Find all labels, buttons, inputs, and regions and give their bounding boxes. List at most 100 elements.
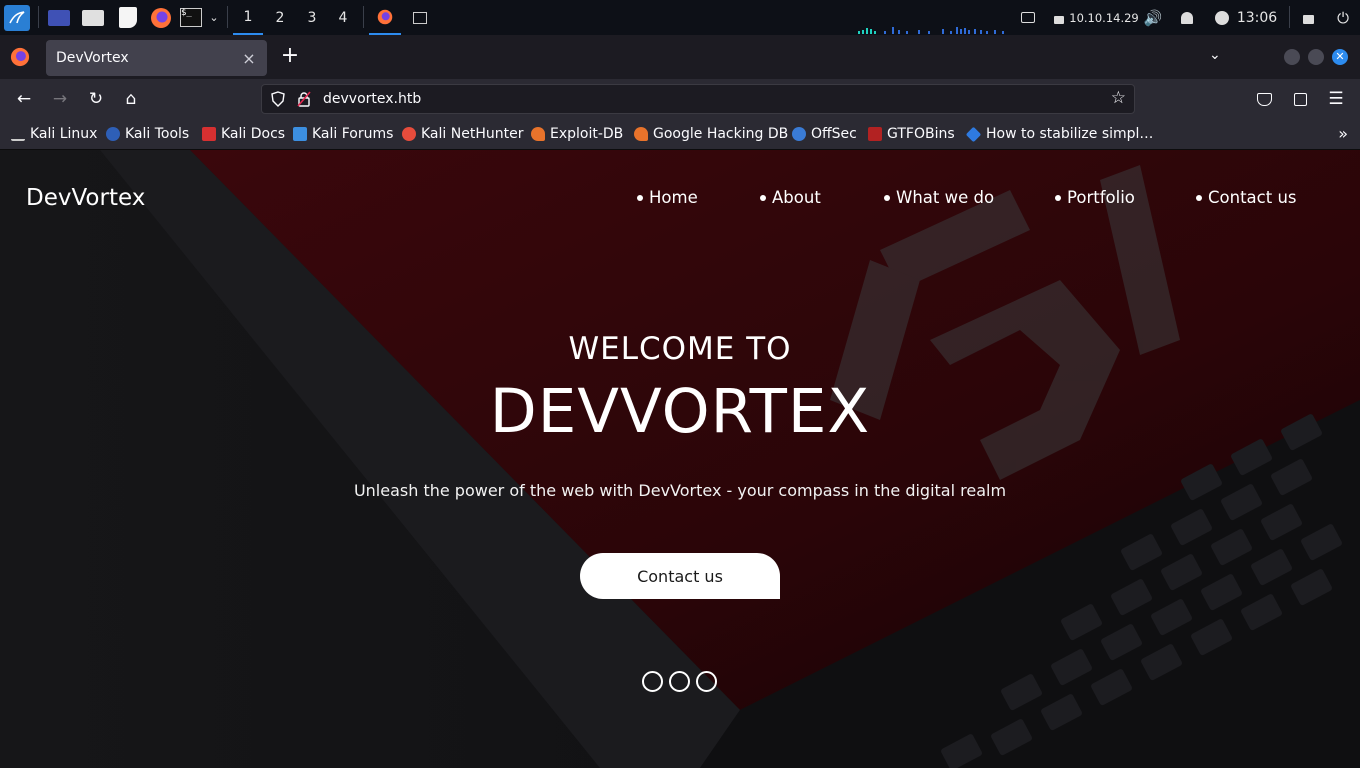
show-desktop-button[interactable] [46,0,72,35]
site-nav-home[interactable]: Home [637,188,698,207]
bookmark-kali-tools[interactable]: Kali Tools [106,126,189,142]
list-all-tabs-chevron-icon[interactable]: ⌄ [1209,47,1221,63]
bookmark-label: Exploit-DB [550,126,624,142]
browser-nav-bar: ← → ↻ ⌂ devvortex.htb ☆ ☰ [0,79,1360,119]
bookmark-how-to-stabilize[interactable]: How to stabilize simpl… [965,126,1153,142]
bookmark-label: Google Hacking DB [653,126,789,142]
site-nav-portfolio[interactable]: Portfolio [1055,188,1135,207]
panel-separator [227,6,228,28]
more-bookmarks-chevron-icon[interactable]: » [1338,124,1348,143]
slider-dot-3[interactable] [696,671,717,692]
site-nav-about[interactable]: About [760,188,821,207]
exploit-db-icon [531,127,545,141]
panel-separator [38,6,39,28]
vpn-ip-address[interactable]: 10.10.14.29 [1069,0,1139,35]
url-text[interactable]: devvortex.htb [323,91,421,107]
home-icon[interactable]: ⌂ [119,87,143,111]
blue-diamond-icon [965,126,982,142]
firefox-icon [377,9,393,24]
bullet-icon [760,194,766,201]
bookmark-label: OffSec [811,126,857,142]
back-arrow-icon[interactable]: ← [12,87,36,111]
minimize-window-button[interactable] [1284,49,1300,65]
maximize-window-button[interactable] [1308,49,1324,65]
logout-icon[interactable]: ⏻ [1333,0,1353,35]
pocket-icon[interactable] [1252,87,1276,111]
nav-label: Home [649,188,698,207]
bookmark-exploit-db[interactable]: Exploit-DB [531,126,623,142]
offsec-icon [792,127,806,141]
bullet-icon [1196,194,1202,201]
text-editor-button[interactable] [115,0,141,35]
kali-forums-icon [293,127,307,141]
firefox-launcher-button[interactable] [148,0,174,35]
file-manager-button[interactable] [80,0,106,35]
site-nav-what-we-do[interactable]: What we do [884,188,994,207]
nav-label: Portfolio [1067,188,1135,207]
bullet-icon [637,194,643,201]
terminal-icon: $_ [180,8,202,27]
tab-title: DevVortex [56,50,129,66]
ghdb-icon [634,127,648,141]
bookmark-offsec[interactable]: OffSec [792,126,857,142]
taskbar-terminal-window[interactable] [407,0,433,35]
bookmark-google-hacking-db[interactable]: Google Hacking DB [634,126,788,142]
bookmark-kali-linux[interactable]: Kali Linux [11,126,97,142]
firefox-icon [151,7,171,28]
browser-tab-bar: DevVortex × + ⌄ ✕ [0,35,1360,79]
notification-bell-icon[interactable] [1177,0,1197,35]
close-window-button[interactable]: ✕ [1332,49,1348,65]
panel-separator [1289,6,1290,28]
hero-welcome-text: WELCOME TO [568,331,792,367]
tracking-shield-icon[interactable] [270,91,286,107]
workspace-1[interactable]: 1 [233,0,263,35]
slider-dot-1[interactable] [642,671,663,692]
volume-icon[interactable]: 🔊 [1143,0,1163,35]
bookmarks-toolbar: Kali Linux Kali Tools Kali Docs Kali For… [0,119,1360,150]
hero-title: DEVVORTEX [489,376,871,447]
site-brand-logo[interactable]: DevVortex [26,185,145,211]
top-panel: $_ ⌄ 1 2 3 4 10.10.14.29 🔊 13:06 ⏻ [0,0,1360,35]
bullet-icon [884,194,890,201]
workspace-2[interactable]: 2 [265,0,295,35]
reload-icon[interactable]: ↻ [84,87,108,111]
slider-indicators [642,671,717,692]
lock-screen-icon[interactable] [1298,0,1318,35]
terminal-launcher-button[interactable]: $_ [178,0,204,35]
kali-dragon-icon [11,127,25,141]
launcher-dropdown[interactable]: ⌄ [205,0,223,35]
clock[interactable]: 13:06 [1236,0,1278,35]
bookmark-label: Kali Tools [125,126,190,142]
desktop-icon [48,9,70,26]
forward-arrow-icon[interactable]: → [48,87,72,111]
bookmark-kali-forums[interactable]: Kali Forums [293,126,393,142]
bookmark-kali-nethunter[interactable]: Kali NetHunter [402,126,523,142]
contact-us-button[interactable]: Contact us [580,553,780,599]
new-tab-button[interactable]: + [280,45,300,68]
hamburger-menu-icon[interactable]: ☰ [1324,87,1348,111]
address-bar[interactable]: devvortex.htb ☆ [261,84,1135,114]
workspace-4[interactable]: 4 [328,0,358,35]
nav-label: About [772,188,821,207]
kali-menu-button[interactable] [3,0,31,35]
network-activity-graph [858,27,1004,34]
browser-tab-devvortex[interactable]: DevVortex × [46,40,267,76]
tab-close-icon[interactable]: × [241,49,257,68]
folder-icon [82,9,104,26]
slider-dot-2[interactable] [669,671,690,692]
hero-tagline: Unleash the power of the web with DevVor… [353,481,1007,500]
vpn-lock-icon [1050,0,1068,35]
taskbar-firefox-window[interactable] [369,0,401,35]
nav-label: Contact us [1208,188,1297,207]
text-editor-icon [119,7,137,28]
chevron-down-icon: ⌄ [209,11,219,24]
extensions-puzzle-icon[interactable] [1288,87,1312,111]
insecure-lock-icon[interactable] [296,91,312,107]
site-nav-contact-us[interactable]: Contact us [1196,188,1297,207]
screen-icon[interactable] [1018,0,1038,35]
workspace-3[interactable]: 3 [297,0,327,35]
power-manager-icon[interactable] [1212,0,1232,35]
bookmark-kali-docs[interactable]: Kali Docs [202,126,285,142]
bookmark-star-icon[interactable]: ☆ [1111,88,1126,108]
bookmark-gtfobins[interactable]: GTFOBins [868,126,955,142]
